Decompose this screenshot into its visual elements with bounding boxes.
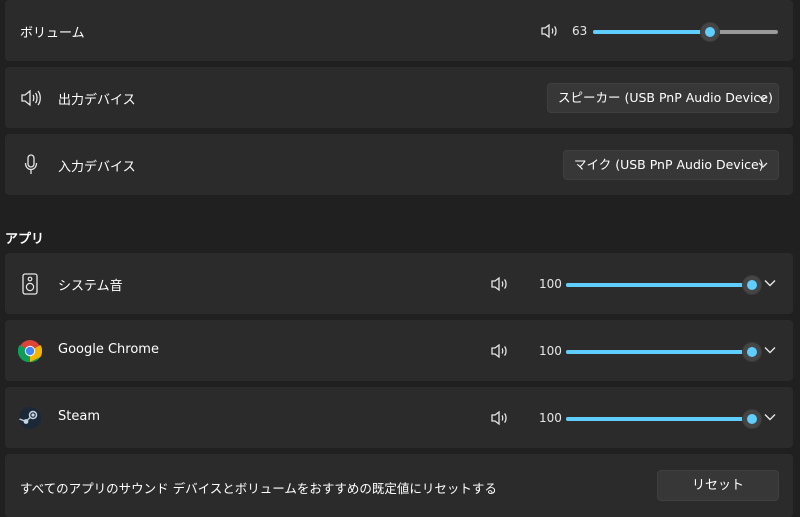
apps-section-title: アプリ bbox=[5, 232, 45, 247]
app-row-google-chrome: Google Chrome 100 bbox=[5, 320, 793, 381]
reset-description: すべてのアプリのサウンド デバイスとボリュームをおすすめの既定値にリセットする bbox=[20, 481, 497, 496]
chevron-down-icon[interactable] bbox=[764, 277, 776, 293]
app-volume-slider[interactable] bbox=[566, 275, 762, 295]
app-volume-slider-thumb[interactable] bbox=[742, 409, 762, 429]
reset-card: すべてのアプリのサウンド デバイスとボリュームをおすすめの既定値にリセットする … bbox=[5, 454, 793, 517]
chevron-down-icon[interactable] bbox=[764, 344, 776, 360]
app-volume-slider-thumb[interactable] bbox=[742, 275, 762, 295]
speaker-icon[interactable] bbox=[491, 410, 509, 430]
volume-slider-fill bbox=[593, 30, 710, 34]
speaker-icon bbox=[21, 89, 41, 111]
app-volume-value: 100 bbox=[539, 411, 562, 425]
output-device-selected: スピーカー (USB PnP Audio Device) bbox=[558, 90, 773, 105]
app-volume-slider-fill bbox=[566, 350, 752, 354]
volume-value: 63 bbox=[572, 24, 588, 38]
app-volume-value: 100 bbox=[539, 344, 562, 358]
output-device-card: 出力デバイス スピーカー (USB PnP Audio Device) bbox=[5, 67, 793, 128]
app-volume-slider[interactable] bbox=[566, 342, 762, 362]
speaker-icon[interactable] bbox=[491, 276, 509, 296]
steam-icon bbox=[18, 406, 42, 434]
app-name: Steam bbox=[58, 409, 100, 424]
microphone-icon bbox=[24, 154, 38, 180]
input-device-selected: マイク (USB PnP Audio Device) bbox=[574, 157, 764, 172]
chevron-down-icon bbox=[758, 151, 768, 189]
speaker-icon[interactable] bbox=[541, 23, 559, 43]
chrome-icon bbox=[17, 339, 43, 367]
app-name: Google Chrome bbox=[58, 342, 159, 357]
speaker-icon[interactable] bbox=[491, 343, 509, 363]
input-device-card: 入力デバイス マイク (USB PnP Audio Device) bbox=[5, 134, 793, 195]
app-volume-slider-fill bbox=[566, 283, 752, 287]
reset-button[interactable]: リセット bbox=[657, 470, 779, 501]
volume-slider-thumb[interactable] bbox=[700, 22, 720, 42]
volume-label: ボリューム bbox=[20, 26, 85, 41]
speaker-box-icon bbox=[22, 273, 38, 299]
output-device-label: 出力デバイス bbox=[58, 93, 136, 108]
volume-slider[interactable] bbox=[593, 22, 778, 42]
app-volume-slider[interactable] bbox=[566, 409, 762, 429]
app-row-system-sounds: システム音 100 bbox=[5, 253, 793, 314]
chevron-down-icon[interactable] bbox=[764, 411, 776, 427]
app-volume-slider-thumb[interactable] bbox=[742, 342, 762, 362]
input-device-label: 入力デバイス bbox=[58, 160, 136, 175]
app-name: システム音 bbox=[58, 279, 123, 294]
app-volume-slider-fill bbox=[566, 417, 752, 421]
app-row-steam: Steam 100 bbox=[5, 387, 793, 448]
input-device-dropdown[interactable]: マイク (USB PnP Audio Device) bbox=[563, 150, 779, 180]
chevron-down-icon bbox=[758, 84, 768, 122]
app-volume-value: 100 bbox=[539, 277, 562, 291]
output-device-dropdown[interactable]: スピーカー (USB PnP Audio Device) bbox=[547, 83, 779, 113]
volume-card: ボリューム 63 bbox=[5, 0, 793, 61]
